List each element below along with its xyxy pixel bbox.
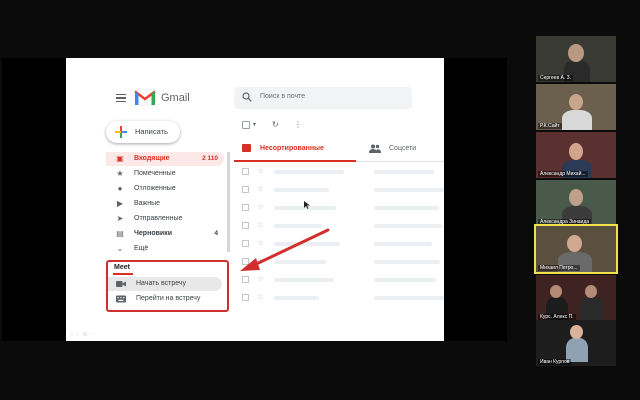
participant-tile[interactable]: Курс. Алекс П.	[536, 275, 616, 321]
participant-tile[interactable]: Иван Курпов	[536, 320, 616, 366]
participant-tile[interactable]: Александра Зинаида	[536, 180, 616, 226]
annotation-arrow-icon	[240, 228, 330, 271]
faint-footer-icons: ⌂ ✓ ⌘ ⋯	[70, 332, 96, 338]
participant-tile[interactable]: Александр Михай...	[536, 132, 616, 178]
shared-slide: Gmail Поиск в почте Написать ▣ Входящие …	[66, 58, 444, 341]
participant-tile-active-speaker[interactable]: Михаил Петро...	[534, 224, 618, 274]
participant-tile[interactable]: Р.К.Сайт	[536, 84, 616, 130]
conference-stage: Gmail Поиск в почте Написать ▣ Входящие …	[0, 0, 640, 400]
participant-tile[interactable]: Сергеев А. З.	[536, 36, 616, 82]
